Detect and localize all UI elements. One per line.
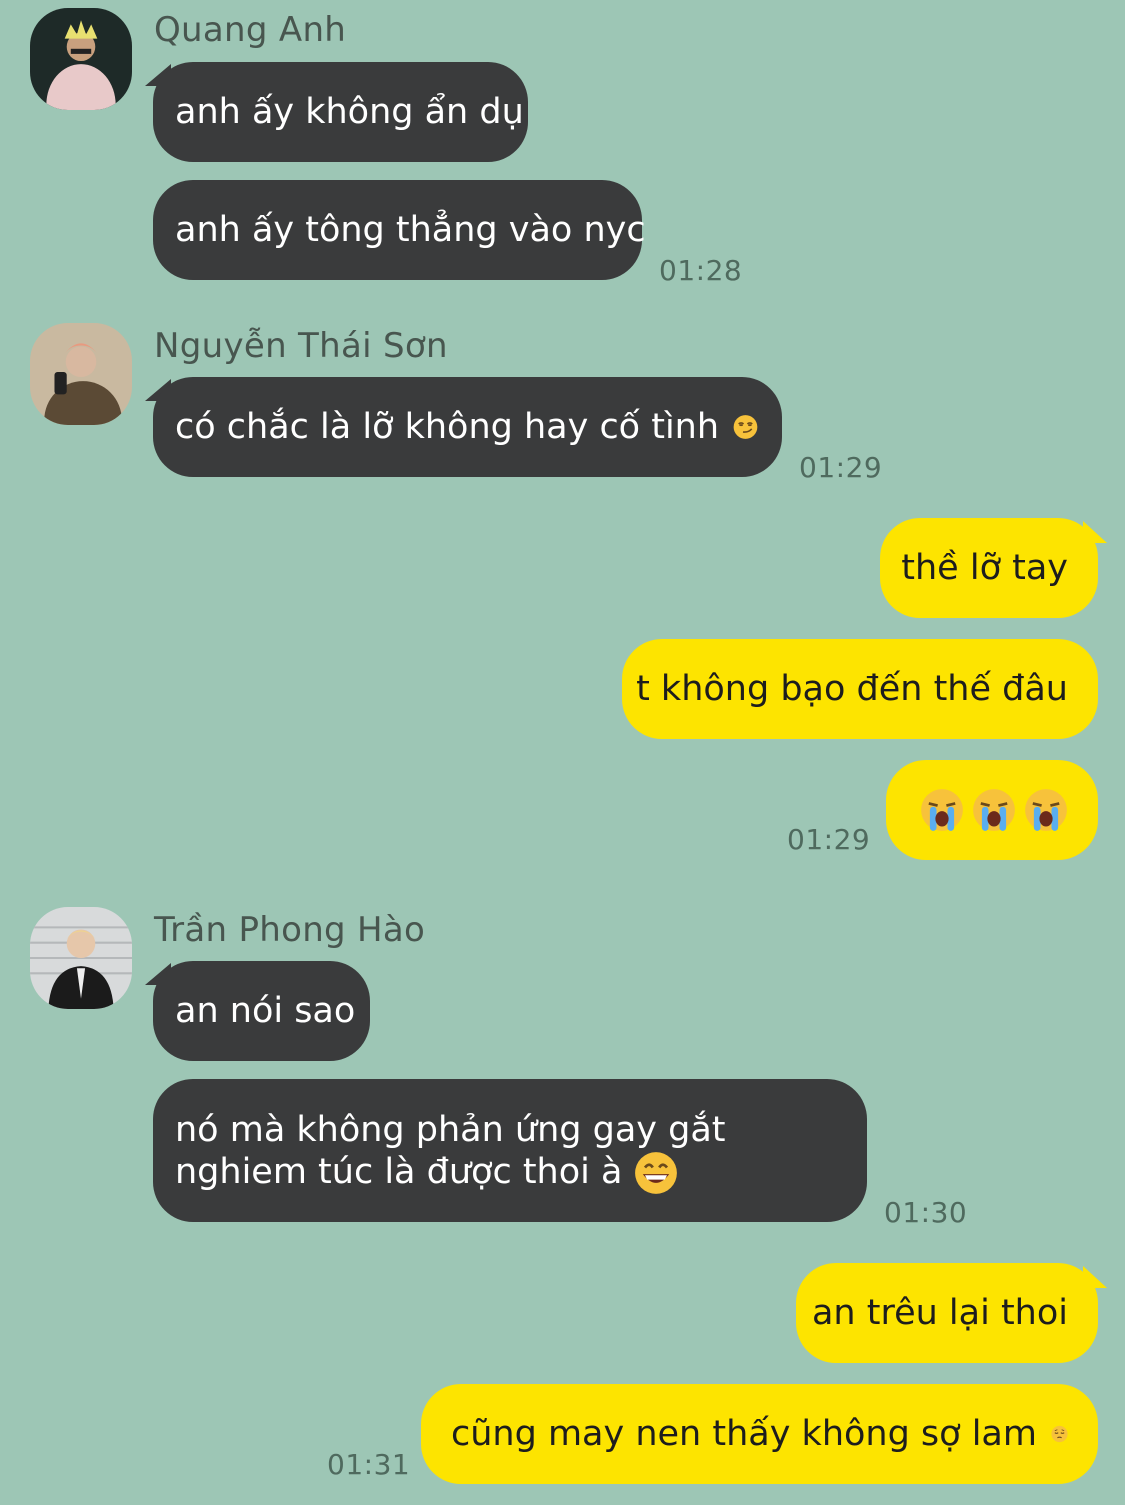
sender-name: Nguyễn Thái Sơn bbox=[154, 326, 448, 366]
message-bubble[interactable]: nó mà không phản ứng gay gắt nghiem túc … bbox=[153, 1079, 867, 1222]
sender-name: Trần Phong Hào bbox=[154, 910, 426, 950]
message-text: nó mà không phản ứng gay gắt nghiem túc … bbox=[175, 1109, 843, 1195]
avatar-quang-anh[interactable] bbox=[30, 8, 132, 110]
message-text: anh ấy tông thẳng vào nyc bbox=[175, 210, 646, 250]
avatar-tran-phong-hao[interactable] bbox=[30, 907, 132, 1009]
message-bubble[interactable]: cũng may nen thấy không sợ lam bbox=[421, 1384, 1098, 1484]
message-text: có chắc là lỡ không hay cố tình bbox=[175, 407, 720, 447]
message-text: thề lỡ tay bbox=[901, 548, 1068, 588]
message-bubble[interactable]: anh ấy tông thẳng vào nyc bbox=[153, 180, 646, 280]
message-timestamp: 01:31 bbox=[327, 1448, 411, 1481]
message-timestamp: 01:30 bbox=[884, 1196, 968, 1229]
message-bubble[interactable] bbox=[886, 760, 1098, 860]
message-text: an trêu lại thoi bbox=[811, 1293, 1068, 1333]
loudly-crying-emoji bbox=[1024, 788, 1068, 832]
message-bubble[interactable]: thề lỡ tay bbox=[880, 518, 1098, 618]
message-text: cũng may nen thấy không sợ lam bbox=[451, 1414, 1037, 1454]
message-timestamp: 01:29 bbox=[799, 451, 883, 484]
message-bubble[interactable]: có chắc là lỡ không hay cố tình bbox=[153, 377, 782, 477]
message-bubble[interactable]: an nói sao bbox=[153, 961, 370, 1061]
message-text: anh ấy không ẩn dụ bbox=[175, 92, 524, 132]
sender-name: Quang Anh bbox=[154, 10, 347, 50]
loudly-crying-emoji bbox=[972, 788, 1016, 832]
message-bubble[interactable]: anh ấy không ẩn dụ bbox=[153, 62, 528, 162]
message-text: t không bạo đến thế đâu bbox=[636, 669, 1068, 709]
avatar-nguyen-thai-son[interactable] bbox=[30, 323, 132, 425]
message-timestamp: 01:29 bbox=[787, 823, 871, 856]
message-bubble[interactable]: t không bạo đến thế đâu bbox=[622, 639, 1098, 739]
message-timestamp: 01:28 bbox=[659, 254, 743, 287]
grinning-emoji bbox=[634, 1151, 678, 1195]
pensive-emoji bbox=[1051, 1412, 1068, 1456]
message-bubble[interactable]: an trêu lại thoi bbox=[796, 1263, 1098, 1363]
smirk-emoji bbox=[733, 405, 758, 449]
message-text: an nói sao bbox=[175, 991, 356, 1031]
loudly-crying-emoji bbox=[920, 788, 964, 832]
